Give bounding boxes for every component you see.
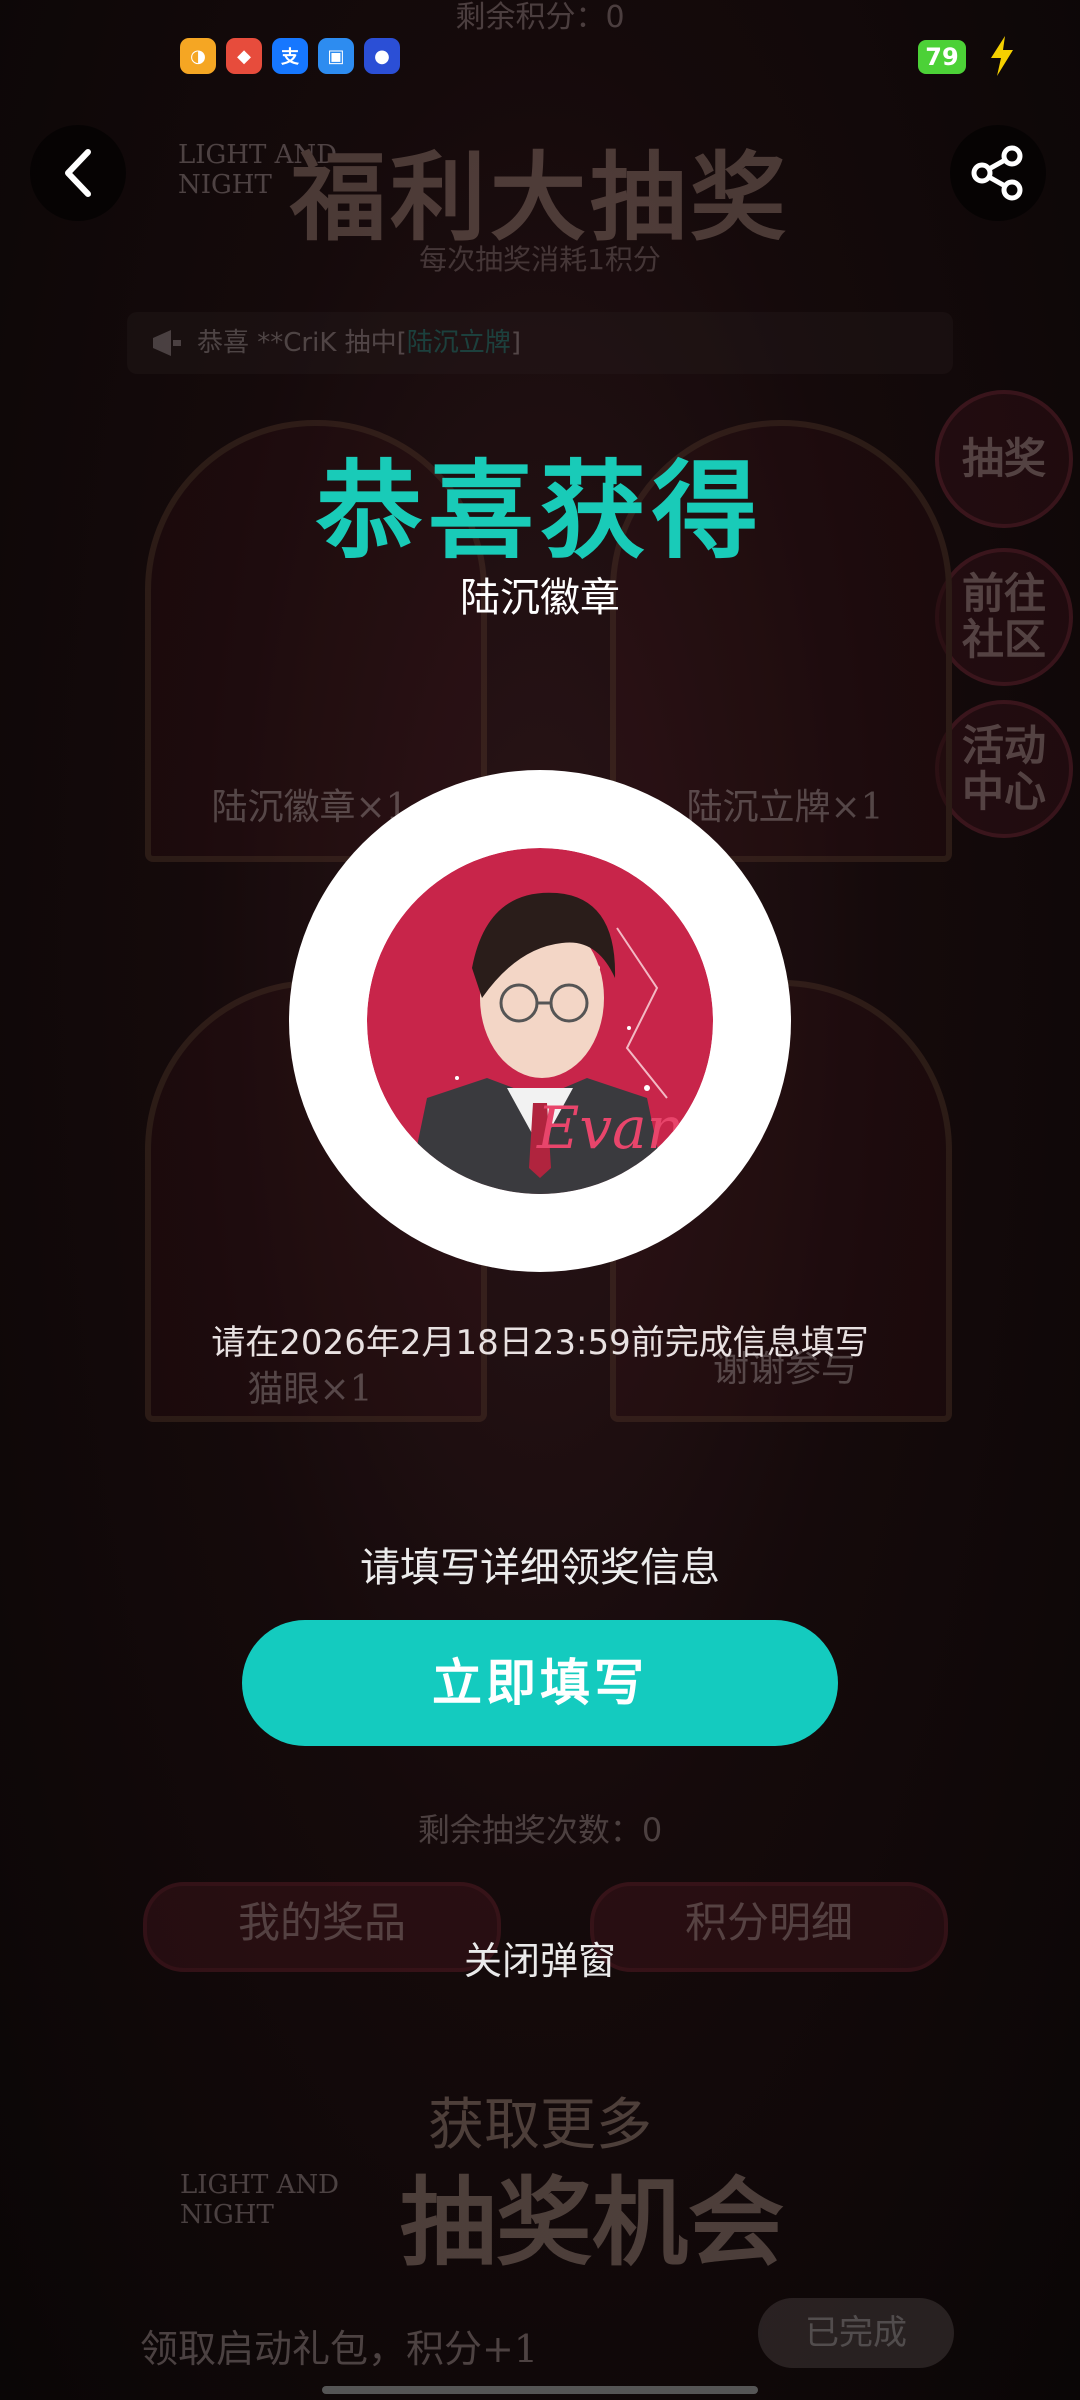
share-icon <box>971 145 1023 201</box>
draw-cost: 每次抽奖消耗1积分 <box>419 243 661 276</box>
close-modal-link[interactable]: 关闭弹窗 <box>0 1930 1080 1985</box>
share-button[interactable] <box>950 125 1046 221</box>
charging-icon <box>991 36 1013 76</box>
task-status-button[interactable]: 已完成 <box>758 2298 954 2368</box>
task-label: 领取启动礼包，积分+1 <box>140 2327 539 2371</box>
prize-badge-image: Evan <box>367 848 713 1194</box>
notification-icons: ◑ ◆ 支 ▣ ● <box>180 38 400 74</box>
home-indicator[interactable] <box>322 2386 758 2394</box>
status-bar: ◑ ◆ 支 ▣ ● 79 <box>0 20 1080 80</box>
back-button[interactable] <box>30 125 126 221</box>
prize-image-frame: Evan <box>289 770 791 1272</box>
fill-info-hint: 请填写详细领奖信息 <box>360 1545 720 1591</box>
lottery-page: 剩余积分：0 LIGHT AND NIGHT 福利大抽奖 每次抽奖消耗1积分 恭喜… <box>0 0 1080 2400</box>
winner-marquee: 恭喜 **CriK 抽中[陆沉立牌] <box>127 312 953 374</box>
cloud-app-icon: ▣ <box>318 38 354 74</box>
more-chances-subtitle: 抽奖机会 <box>400 2166 784 2279</box>
remaining-draws: 剩余抽奖次数：0 <box>417 1811 663 1849</box>
deadline-notice: 请在2026年2月18日23:59前完成信息填写 <box>211 1323 869 1363</box>
back-arrow-icon <box>65 149 91 197</box>
game-app-icon: ● <box>364 38 400 74</box>
fill-now-button[interactable]: 立即填写 <box>242 1620 838 1746</box>
brand-logo-bottom: LIGHT AND NIGHT <box>180 2170 339 2230</box>
megaphone-icon <box>153 330 181 356</box>
activity-side-button[interactable]: 活动 中心 <box>935 700 1073 838</box>
modal-title: 恭喜获得 <box>316 450 764 573</box>
alipay-app-icon: 支 <box>272 38 308 74</box>
svg-text:Evan: Evan <box>536 1094 684 1162</box>
battery-level: 79 <box>918 40 966 74</box>
prize-label: 猫眼×1 <box>247 1369 373 1410</box>
shop-app-icon: ◑ <box>180 38 216 74</box>
prize-name: 陆沉徽章 <box>460 575 620 621</box>
bank-app-icon: ◆ <box>226 38 262 74</box>
